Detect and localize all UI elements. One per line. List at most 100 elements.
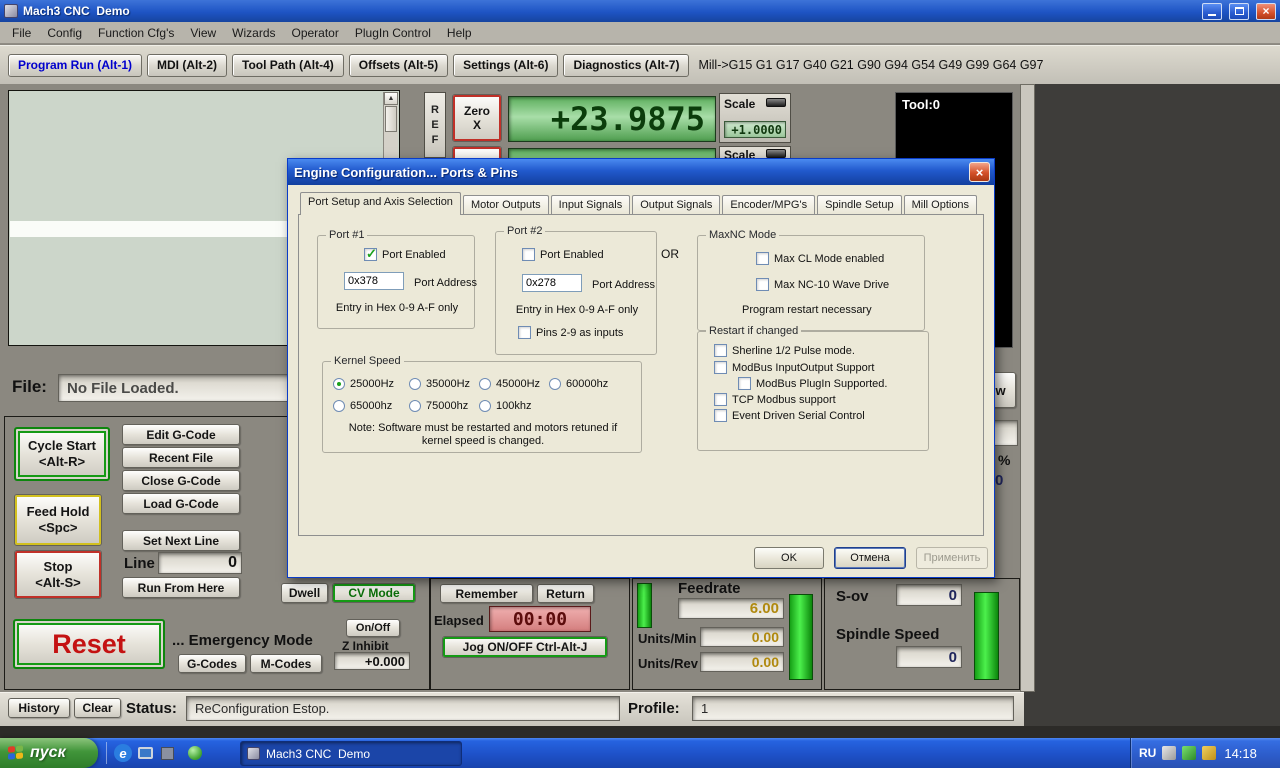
spindle-override-slider[interactable]	[974, 592, 999, 680]
clear-button[interactable]: Clear	[74, 698, 121, 718]
tab-motor-outputs[interactable]: Motor Outputs	[462, 195, 549, 215]
sov-value[interactable]: 0	[896, 584, 962, 606]
spindle-speed-value[interactable]: 0	[896, 646, 962, 668]
return-button[interactable]: Return	[537, 584, 594, 603]
x-scale-dro[interactable]: +1.0000	[724, 121, 786, 138]
internet-explorer-icon[interactable]: e	[114, 744, 132, 762]
language-indicator[interactable]: RU	[1139, 746, 1156, 760]
kernel-25000hz-radio[interactable]: 25000Hz	[333, 378, 394, 390]
profile-value: 1	[692, 696, 1014, 721]
close-gcode-button[interactable]: Close G-Code	[122, 470, 240, 491]
port1-address-input[interactable]	[344, 272, 404, 290]
dialog-close-button[interactable]: ×	[969, 162, 990, 182]
checkbox-label: ModBus InputOutput Support	[732, 361, 875, 374]
tab-input-signals[interactable]: Input Signals	[550, 195, 631, 215]
tab-encoder-mpg[interactable]: Encoder/MPG's	[722, 195, 816, 215]
dialog-titlebar[interactable]: Engine Configuration... Ports & Pins	[288, 159, 994, 185]
zero-button-partial[interactable]	[452, 146, 502, 158]
menu-config[interactable]: Config	[39, 24, 90, 42]
save-disk-icon[interactable]	[158, 744, 176, 762]
menu-view[interactable]: View	[182, 24, 224, 42]
cycle-start-button[interactable]: Cycle Start <Alt-R>	[14, 427, 110, 481]
menu-operator[interactable]: Operator	[284, 24, 347, 42]
ok-button[interactable]: OK	[754, 547, 824, 569]
display-icon[interactable]	[136, 744, 154, 762]
z-inhibit-value[interactable]: +0.000	[334, 652, 410, 670]
jog-toggle-button[interactable]: Jog ON/OFF Ctrl-Alt-J	[442, 636, 608, 658]
recent-file-button[interactable]: Recent File	[122, 447, 240, 468]
kernel-60000hz-radio[interactable]: 60000hz	[549, 378, 608, 390]
line-number-display[interactable]: 0	[158, 552, 242, 574]
kernel-75000hz-radio[interactable]: 75000hz	[409, 400, 468, 412]
start-button[interactable]: пуск	[0, 738, 98, 768]
reset-button[interactable]: Reset	[13, 619, 165, 669]
tray-icon-3[interactable]	[1202, 746, 1217, 760]
close-button[interactable]: ×	[1256, 2, 1276, 20]
mcodes-button[interactable]: M-Codes	[250, 654, 322, 673]
scale-slider-icon[interactable]	[766, 149, 786, 158]
sherline-pulse-checkbox[interactable]: Sherline 1/2 Pulse mode.	[714, 344, 855, 357]
menu-plugin-control[interactable]: PlugIn Control	[347, 24, 439, 42]
modbus-plugin-checkbox[interactable]: ModBus PlugIn Supported.	[738, 377, 887, 390]
tab-tool-path[interactable]: Tool Path (Alt-4)	[232, 53, 344, 77]
kernel-65000hz-radio[interactable]: 65000hz	[333, 400, 392, 412]
gcodes-button[interactable]: G-Codes	[178, 654, 246, 673]
x-axis-dro[interactable]: +23.9875	[508, 96, 716, 142]
max-cl-mode-checkbox[interactable]: Max CL Mode enabled	[756, 252, 884, 265]
tab-program-run[interactable]: Program Run (Alt-1)	[8, 53, 142, 77]
tab-diagnostics[interactable]: Diagnostics (Alt-7)	[563, 53, 690, 77]
dialog-title: Engine Configuration... Ports & Pins	[294, 164, 518, 180]
menu-function-cfgs[interactable]: Function Cfg's	[90, 24, 182, 42]
kernel-100khz-radio[interactable]: 100khz	[479, 400, 531, 412]
kernel-45000hz-radio[interactable]: 45000Hz	[479, 378, 540, 390]
feedrate-value[interactable]: 6.00	[678, 598, 784, 619]
maximize-button[interactable]	[1229, 2, 1249, 20]
kernel-35000hz-radio[interactable]: 35000Hz	[409, 378, 470, 390]
menu-wizards[interactable]: Wizards	[224, 24, 283, 42]
modbus-inputoutput-checkbox[interactable]: ModBus InputOutput Support	[714, 361, 874, 374]
tab-spindle-setup[interactable]: Spindle Setup	[817, 195, 902, 215]
tab-settings[interactable]: Settings (Alt-6)	[453, 53, 559, 77]
scrollbar-thumb[interactable]	[385, 106, 397, 132]
history-button[interactable]: History	[8, 698, 70, 718]
max-nc10-wave-checkbox[interactable]: Max NC-10 Wave Drive	[756, 278, 889, 291]
load-gcode-button[interactable]: Load G-Code	[122, 493, 240, 514]
green-ball-icon[interactable]	[186, 744, 204, 762]
tab-port-setup[interactable]: Port Setup and Axis Selection	[300, 192, 461, 215]
port1-enabled-checkbox[interactable]: Port Enabled	[364, 246, 446, 262]
ref-button[interactable]: R E F	[424, 92, 446, 158]
set-next-line-button[interactable]: Set Next Line	[122, 530, 240, 551]
event-driven-serial-checkbox[interactable]: Event Driven Serial Control	[714, 409, 865, 422]
pins-2-9-inputs-checkbox[interactable]: Pins 2-9 as inputs	[518, 326, 623, 339]
edit-gcode-button[interactable]: Edit G-Code	[122, 424, 240, 445]
taskbar-task-mach3[interactable]: Mach3 CNC Demo	[240, 741, 462, 766]
scale-box-partial: Scale	[719, 146, 791, 158]
screen-tab-row: Program Run (Alt-1) MDI (Alt-2) Tool Pat…	[0, 45, 1280, 84]
tray-icon-1[interactable]	[1162, 746, 1177, 760]
stop-button[interactable]: Stop <Alt-S>	[14, 550, 102, 599]
tab-mill-options[interactable]: Mill Options	[903, 195, 978, 215]
cancel-button[interactable]: Отмена	[834, 547, 906, 569]
tray-icon-2[interactable]	[1182, 746, 1197, 760]
tab-mdi[interactable]: MDI (Alt-2)	[147, 53, 227, 77]
z-inhibit-toggle-button[interactable]: On/Off	[346, 619, 400, 637]
minimize-button[interactable]	[1202, 2, 1222, 20]
clock[interactable]: 14:18	[1224, 746, 1257, 761]
port2-enabled-checkbox[interactable]: Port Enabled	[522, 248, 604, 261]
remember-button[interactable]: Remember	[440, 584, 533, 603]
checkbox-icon	[518, 326, 531, 339]
window-vertical-scrollbar[interactable]	[1020, 84, 1035, 692]
feed-hold-button[interactable]: Feed Hold <Spc>	[14, 494, 102, 546]
feedrate-override-slider[interactable]	[789, 594, 813, 680]
run-from-here-button[interactable]: Run From Here	[122, 577, 240, 598]
zero-x-button[interactable]: Zero X	[452, 94, 502, 142]
menu-file[interactable]: File	[4, 24, 39, 42]
tab-offsets[interactable]: Offsets (Alt-5)	[348, 53, 449, 77]
menu-help[interactable]: Help	[439, 24, 480, 42]
checkbox-icon	[738, 377, 751, 390]
port2-address-input[interactable]	[522, 274, 582, 292]
tab-output-signals[interactable]: Output Signals	[632, 195, 721, 215]
scroll-up-icon[interactable]: ▲	[384, 92, 398, 105]
scale-slider-icon[interactable]	[766, 98, 786, 107]
tcp-modbus-checkbox[interactable]: TCP Modbus support	[714, 393, 836, 406]
